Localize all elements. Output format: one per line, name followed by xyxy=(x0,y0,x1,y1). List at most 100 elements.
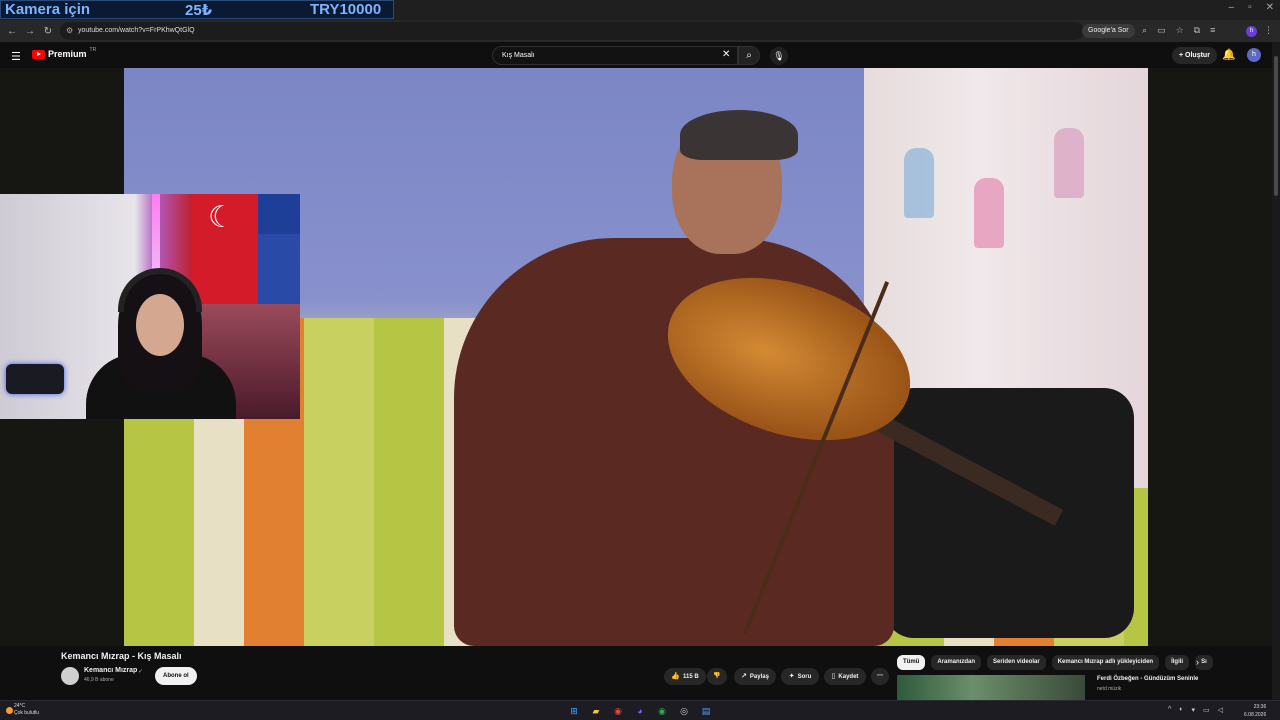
site-info-icon[interactable]: ⚙ xyxy=(66,22,73,40)
start-icon[interactable]: ⊞ xyxy=(566,703,582,719)
weather-text: Çok bulutlu xyxy=(14,710,40,716)
youtube-logo[interactable]: Premium TR xyxy=(32,47,97,59)
voice-search-button[interactable]: 🎙 xyxy=(770,47,788,65)
extensions-icon[interactable]: ⧉ xyxy=(1194,25,1200,36)
overlay-label: Kamera için xyxy=(5,1,91,18)
chip-series[interactable]: Seriden videolar xyxy=(987,655,1046,670)
close-window-icon[interactable]: ✕ xyxy=(1266,2,1274,13)
chip-uploader[interactable]: Kemancı Mızrap adlı yükleyiciden xyxy=(1051,655,1160,670)
thumbs-up-icon: 👍 xyxy=(671,673,681,680)
share-label: Paylaş xyxy=(749,674,769,680)
search-value: Kış Masalı xyxy=(502,52,535,59)
search-input[interactable]: Kış Masalı xyxy=(492,46,738,65)
display-icon[interactable]: ▭ xyxy=(1203,706,1210,714)
address-bar[interactable]: ⚙ youtube.com/watch?v=FrPKhwQtGlQ xyxy=(60,22,1084,40)
related-video-thumbnail[interactable] xyxy=(897,675,1085,700)
streamer-webcam: ☾ xyxy=(0,194,300,419)
overlay-price: 25₺ xyxy=(185,2,213,19)
google-sor-label: Google'a Sor xyxy=(1088,27,1129,34)
avatar-initial: h xyxy=(1252,51,1256,58)
browser-menu-icon[interactable]: ⋮ xyxy=(1264,25,1273,36)
save-label: Kaydet xyxy=(838,674,859,680)
region-code: TR xyxy=(89,47,97,53)
file-explorer-icon[interactable]: ▰ xyxy=(588,703,604,719)
google-sor-button[interactable]: Google'a Sor xyxy=(1082,24,1135,38)
scrollbar-thumb[interactable] xyxy=(1274,56,1278,196)
hamburger-icon[interactable]: ☰ xyxy=(11,50,21,63)
chip-from-search[interactable]: Aramanızdan xyxy=(931,655,982,670)
browser-actions: ⌕ ▭ ☆ ⧉ ≡ xyxy=(1142,25,1215,36)
curtain-pattern xyxy=(1054,128,1084,198)
weather-icon[interactable] xyxy=(6,707,13,714)
dislike-button[interactable]: 👎 xyxy=(707,668,727,685)
thumbs-down-icon: 👎 xyxy=(713,673,721,679)
back-icon[interactable]: ← xyxy=(3,26,21,37)
subscribe-label: Abone ol xyxy=(163,673,189,679)
webcam-poster xyxy=(258,194,300,234)
clock[interactable]: 23:36 6.08.2026 xyxy=(1244,703,1266,719)
obs-icon[interactable]: ◎ xyxy=(676,703,692,719)
browser-profile-avatar[interactable]: h xyxy=(1246,26,1257,37)
browser-toolbar: ← → ↻ ⚙ youtube.com/watch?v=FrPKhwQtGlQ … xyxy=(0,20,1280,42)
system-tray: ^ ◐ ▾ ▭ ◁ xyxy=(1168,706,1223,714)
forward-icon[interactable]: → xyxy=(21,26,39,37)
share-button[interactable]: ↗ Paylaş xyxy=(734,668,776,685)
curtain-pattern xyxy=(904,148,934,218)
webcam-microphone xyxy=(6,364,64,394)
cast-icon[interactable]: ▭ xyxy=(1157,25,1166,36)
video-bag xyxy=(884,388,1134,638)
chevron-right-icon[interactable]: › xyxy=(1196,657,1199,667)
ask-button[interactable]: ✦ Soru xyxy=(781,668,819,685)
logo-text: Premium xyxy=(48,49,87,59)
bookmark-star-icon[interactable]: ☆ xyxy=(1176,25,1184,36)
more-actions-button[interactable]: ⋯ xyxy=(871,668,889,685)
search-icon: ⌕ xyxy=(746,50,752,61)
account-avatar[interactable]: h xyxy=(1247,48,1261,62)
channel-name[interactable]: Kemancı Mızrap xyxy=(84,667,137,674)
volume-icon[interactable]: ◁ xyxy=(1218,706,1223,714)
weather-widget[interactable]: 24°C Çok bulutlu xyxy=(14,703,39,717)
chip-all[interactable]: Tümü xyxy=(897,655,926,670)
like-count: 115 B xyxy=(683,674,699,680)
minimize-icon[interactable]: – xyxy=(1229,2,1235,13)
flag-crescent-icon: ☾ xyxy=(208,201,235,234)
maximize-icon[interactable]: ▫ xyxy=(1248,2,1252,13)
os-taskbar: 24°C Çok bulutlu ⊞ ▰ ◉ ◕ ◉ ◎ ▤ ^ ◐ ▾ ▭ ◁… xyxy=(0,700,1280,720)
reload-icon[interactable]: ↻ xyxy=(39,26,57,37)
youtube-masthead: ☰ Premium TR Kış Masalı ✕ ⌕ 🎙 + Oluştur … xyxy=(0,42,1280,68)
tray-expand-icon[interactable]: ^ xyxy=(1168,706,1171,714)
network-icon[interactable]: ▾ xyxy=(1192,706,1196,714)
clear-search-icon[interactable]: ✕ xyxy=(722,49,730,60)
streamer-headset xyxy=(118,268,202,312)
bookmark-icon: ▯ xyxy=(831,673,836,680)
zoom-icon[interactable]: ⌕ xyxy=(1142,25,1147,36)
chip-related[interactable]: İlgili xyxy=(1165,655,1190,670)
clock-date: 6.08.2026 xyxy=(1244,712,1267,718)
webcam-led-strip xyxy=(152,194,160,274)
save-button[interactable]: ▯ Kaydet xyxy=(824,668,866,685)
create-button[interactable]: + Oluştur xyxy=(1172,47,1217,64)
page-scrollbar[interactable] xyxy=(1272,42,1280,700)
temperature: 24°C xyxy=(14,703,26,709)
channel-avatar[interactable] xyxy=(61,667,79,685)
related-video-title[interactable]: Ferdi Özbeğen - Gündüzüm Seninle xyxy=(1097,676,1198,682)
more-icon: ⋯ xyxy=(877,673,883,679)
chrome-icon[interactable]: ◉ xyxy=(610,703,626,719)
share-icon: ↗ xyxy=(741,673,747,680)
discord-icon[interactable]: ◕ xyxy=(632,703,648,719)
verified-icon: ✓ xyxy=(138,669,144,675)
curtain-pattern xyxy=(974,178,1004,248)
search-button[interactable]: ⌕ xyxy=(738,46,760,65)
tray-app-icon[interactable]: ◐ xyxy=(1179,706,1183,714)
screen: – ▫ ✕ Kamera için 25₺ TRY10000 ← → ↻ ⚙ y… xyxy=(0,0,1280,720)
browser-profile-initial: h xyxy=(1249,28,1254,34)
notepad-icon[interactable]: ▤ xyxy=(698,703,714,719)
like-button[interactable]: 👍 115 B xyxy=(664,668,706,685)
chrome-profile-icon[interactable]: ◉ xyxy=(654,703,670,719)
sparkle-icon: ✦ xyxy=(788,673,795,680)
overlay-code: TRY10000 xyxy=(310,1,382,18)
bell-icon[interactable]: 🔔 xyxy=(1222,48,1236,61)
create-label: Oluştur xyxy=(1185,52,1210,59)
media-icon[interactable]: ≡ xyxy=(1210,25,1215,36)
subscribe-button[interactable]: Abone ol xyxy=(155,667,197,685)
